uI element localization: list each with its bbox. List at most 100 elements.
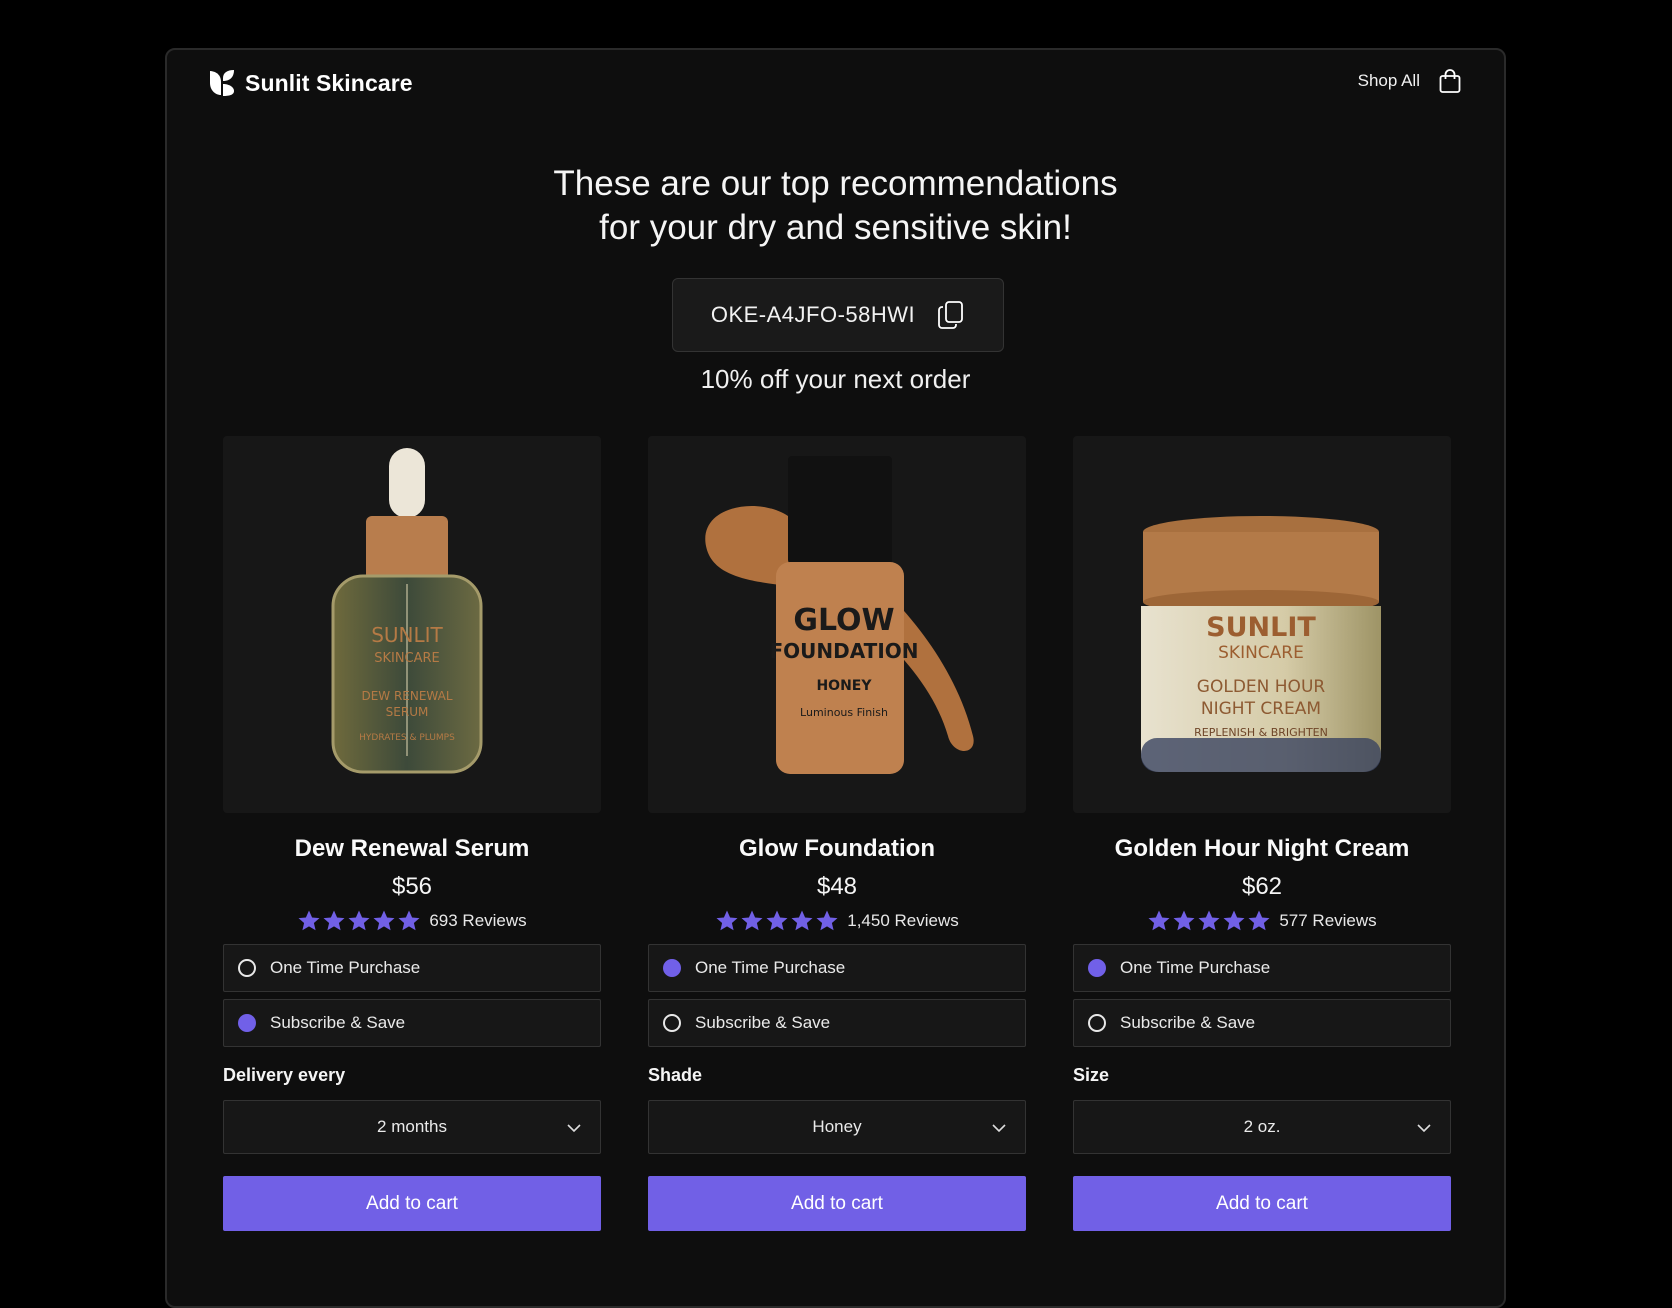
product-card: SUNLIT SKINCARE DEW RENEWAL SERUM HYDRAT…	[223, 436, 601, 1231]
star-rating	[297, 909, 421, 933]
star-icon	[373, 910, 395, 931]
serum-label-tagline: HYDRATES & PLUMPS	[359, 733, 455, 743]
product-image-foundation[interactable]: GLOW FOUNDATION HONEY Luminous Finish	[648, 436, 1026, 813]
star-icon	[348, 910, 370, 931]
add-to-cart-button[interactable]: Add to cart	[223, 1176, 601, 1231]
product-rating: 1,450 Reviews	[648, 909, 1026, 933]
leaf-logo-icon	[210, 70, 234, 96]
serum-label-name-2: SERUM	[386, 705, 429, 719]
product-image-night-cream[interactable]: SUNLIT SKINCARE GOLDEN HOUR NIGHT CREAM …	[1073, 436, 1451, 813]
product-price: $48	[816, 873, 858, 900]
star-icon	[816, 910, 838, 931]
star-icon	[1173, 910, 1195, 931]
heading-line-1: These are our top recommendations	[553, 164, 1118, 203]
shop-all-link[interactable]: Shop All	[1358, 71, 1420, 91]
product-card: SUNLIT SKINCARE GOLDEN HOUR NIGHT CREAM …	[1073, 436, 1451, 1231]
chevron-down-icon	[567, 1124, 581, 1133]
product-name: Dew Renewal Serum	[294, 835, 530, 862]
subscribe-save-option[interactable]: Subscribe & Save	[648, 999, 1026, 1047]
option-label: Subscribe & Save	[695, 1013, 831, 1032]
chevron-down-icon	[992, 1124, 1006, 1133]
star-icon	[716, 910, 738, 931]
review-count[interactable]: 693 Reviews	[429, 911, 526, 931]
product-rating: 577 Reviews	[1073, 909, 1451, 933]
star-icon	[1148, 910, 1170, 931]
serum-label-brand-sub: SKINCARE	[374, 651, 440, 666]
foundation-bottle-illustration: GLOW FOUNDATION HONEY Luminous Finish	[705, 456, 974, 774]
radio-button[interactable]	[1088, 1014, 1106, 1032]
heading-line-2: for your dry and sensitive skin!	[599, 208, 1072, 247]
top-navbar: Sunlit Skincare Shop All	[167, 50, 1504, 116]
foundation-label-finish: Luminous Finish	[800, 706, 888, 719]
option-label: Subscribe & Save	[270, 1013, 406, 1032]
copy-icon[interactable]	[937, 300, 965, 330]
subscribe-save-option[interactable]: Subscribe & Save	[1073, 999, 1451, 1047]
product-price: $56	[391, 873, 433, 900]
cream-label-brand-sub: SKINCARE	[1218, 643, 1304, 663]
serum-label-name: DEW RENEWAL	[361, 689, 452, 703]
option-label: One Time Purchase	[695, 958, 846, 977]
brand-name: Sunlit Skincare	[245, 69, 413, 96]
product-price: $62	[1241, 873, 1283, 900]
one-time-purchase-option[interactable]: One Time Purchase	[648, 944, 1026, 992]
radio-button-selected[interactable]	[663, 959, 681, 977]
select-value: 2 months	[377, 1117, 447, 1136]
product-image-serum[interactable]: SUNLIT SKINCARE DEW RENEWAL SERUM HYDRAT…	[223, 436, 601, 813]
option-label: Subscribe & Save	[1120, 1013, 1256, 1032]
product-name: Golden Hour Night Cream	[1114, 835, 1410, 862]
product-rating: 693 Reviews	[223, 909, 601, 933]
coupon-note: 10% off your next order	[700, 364, 971, 394]
one-time-purchase-option[interactable]: One Time Purchase	[223, 944, 601, 992]
radio-button[interactable]	[238, 959, 256, 977]
option-label: One Time Purchase	[270, 958, 421, 977]
cream-label-name: GOLDEN HOUR	[1197, 677, 1326, 697]
recommendation-heading: These are our top recommendations for yo…	[167, 162, 1504, 250]
serum-bottle-illustration: SUNLIT SKINCARE DEW RENEWAL SERUM HYDRAT…	[331, 448, 483, 774]
radio-button-selected[interactable]	[238, 1014, 256, 1032]
select-value: 2 oz.	[1243, 1117, 1281, 1136]
star-rating	[715, 909, 839, 933]
star-rating	[1147, 909, 1271, 933]
star-icon	[1198, 910, 1220, 931]
review-count[interactable]: 577 Reviews	[1279, 911, 1376, 931]
subscribe-save-option[interactable]: Subscribe & Save	[223, 999, 601, 1047]
product-name: Glow Foundation	[739, 835, 935, 862]
star-icon	[766, 910, 788, 931]
coupon-code-box[interactable]: OKE-A4JFO-58HWI	[672, 278, 1004, 352]
add-to-cart-button[interactable]: Add to cart	[648, 1176, 1026, 1231]
star-icon	[298, 910, 320, 931]
shade-select[interactable]: Honey	[648, 1100, 1026, 1154]
shopping-bag-icon[interactable]	[1438, 68, 1462, 94]
size-select[interactable]: 2 oz.	[1073, 1100, 1451, 1154]
foundation-label-shade: HONEY	[816, 678, 872, 694]
radio-button-selected[interactable]	[1088, 959, 1106, 977]
page-window: Sunlit Skincare Shop All These are our t…	[165, 48, 1506, 1308]
foundation-label-name: GLOW	[793, 603, 894, 638]
product-card: GLOW FOUNDATION HONEY Luminous Finish Gl…	[648, 436, 1026, 1231]
select-value: Honey	[812, 1117, 862, 1136]
night-cream-jar-illustration: SUNLIT SKINCARE GOLDEN HOUR NIGHT CREAM …	[1141, 516, 1381, 772]
cream-label-brand: SUNLIT	[1206, 612, 1316, 643]
size-label: Size	[1073, 1065, 1110, 1085]
star-icon	[1248, 910, 1270, 931]
cream-label-tagline: REPLENISH & BRIGHTEN	[1194, 726, 1328, 739]
foundation-label-sub: FOUNDATION	[770, 639, 919, 663]
star-icon	[398, 910, 420, 931]
delivery-label: Delivery every	[223, 1065, 346, 1085]
shade-label: Shade	[648, 1065, 703, 1085]
radio-button[interactable]	[663, 1014, 681, 1032]
nav-actions: Shop All	[1358, 68, 1462, 94]
star-icon	[1223, 910, 1245, 931]
brand[interactable]: Sunlit Skincare	[207, 68, 413, 98]
option-label: One Time Purchase	[1120, 958, 1271, 977]
one-time-purchase-option[interactable]: One Time Purchase	[1073, 944, 1451, 992]
review-count[interactable]: 1,450 Reviews	[847, 911, 959, 931]
star-icon	[791, 910, 813, 931]
delivery-frequency-select[interactable]: 2 months	[223, 1100, 601, 1154]
cream-label-name-2: NIGHT CREAM	[1201, 699, 1321, 719]
add-to-cart-button[interactable]: Add to cart	[1073, 1176, 1451, 1231]
coupon-code: OKE-A4JFO-58HWI	[710, 302, 916, 327]
star-icon	[323, 910, 345, 931]
star-icon	[741, 910, 763, 931]
chevron-down-icon	[1417, 1124, 1431, 1133]
